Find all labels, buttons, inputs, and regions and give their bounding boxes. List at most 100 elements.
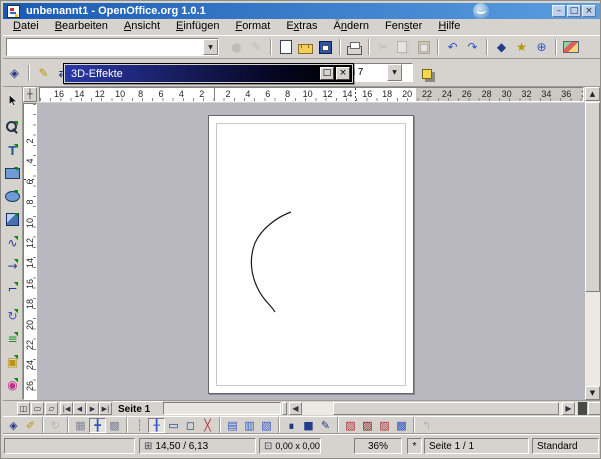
menu-ansicht[interactable]: Ansicht (116, 19, 168, 34)
text-tool[interactable]: T (3, 140, 22, 161)
snap-to-object-points-icon[interactable]: ╳ (199, 418, 216, 433)
horizontal-scrollbar-thumb[interactable] (333, 402, 559, 415)
separator (28, 65, 30, 81)
drawing-workspace[interactable] (37, 103, 585, 400)
title-bar[interactable]: unbenannt1 - OpenOffice.org 1.0.1 –□× (3, 3, 600, 19)
menu-extras[interactable]: Extras (278, 19, 325, 34)
new-document-icon[interactable] (276, 38, 295, 57)
show-grid-icon[interactable]: ▦ (72, 418, 89, 433)
show-snaplines-icon[interactable]: ┆ (131, 418, 148, 433)
hyperlink-icon[interactable]: ⊕ (532, 38, 551, 57)
3d-objects-tool[interactable] (3, 209, 22, 230)
pen-icon[interactable]: ✎ (34, 63, 53, 82)
float-rollup-button[interactable]: □ (320, 67, 334, 80)
save-icon (319, 41, 332, 54)
menu-format[interactable]: Format (227, 19, 278, 34)
scroll-down-button[interactable]: ▼ (585, 386, 600, 400)
scrollbar-splitter[interactable] (282, 402, 287, 415)
redo-icon[interactable]: ↷ (463, 38, 482, 57)
navigator-icon[interactable]: ◆ (492, 38, 511, 57)
modify-with-attributes-icon[interactable]: ✎ (317, 418, 334, 433)
copy-icon (397, 41, 410, 53)
menu-datei[interactable]: Datei (5, 19, 47, 34)
ellipse-tool[interactable] (3, 186, 22, 207)
glue-points-icon[interactable]: ✐ (22, 418, 39, 433)
print-icon[interactable] (345, 38, 364, 57)
3d-effects-title-bar[interactable]: 3D-Effekte □× (65, 65, 352, 82)
url-dropdown-button[interactable]: ▼ (203, 39, 218, 55)
open-icon[interactable] (296, 38, 315, 57)
connector-tool[interactable]: ⌐ (3, 278, 22, 299)
minimize-button[interactable]: – (552, 5, 566, 17)
close-button[interactable]: × (582, 5, 596, 17)
master-view-button[interactable]: ▭ (31, 402, 44, 415)
alignment-tool[interactable]: ≡ (3, 328, 22, 349)
float-close-button[interactable]: × (336, 67, 350, 80)
page-tab[interactable]: Seite 1 (113, 401, 163, 416)
url-input[interactable] (7, 39, 203, 55)
navigator-icon: ◆ (497, 41, 506, 53)
url-combo: ▼ (6, 38, 219, 56)
scroll-right-button[interactable]: ▶ (562, 402, 575, 415)
ruler-origin-button[interactable]: ┼ (23, 87, 37, 102)
ruler-number: 16 (25, 278, 35, 290)
curve-tool[interactable]: ∿ (3, 232, 22, 253)
text-placeholder-icon[interactable]: ▨ (376, 418, 393, 433)
snap-to-object-border-icon[interactable]: ◻ (182, 418, 199, 433)
menu-ndern[interactable]: Ändern (326, 19, 378, 34)
picture-placeholder-icon[interactable]: ▨ (342, 418, 359, 433)
scroll-left-button[interactable]: ◀ (289, 402, 302, 415)
snap-to-snaplines-icon[interactable]: ╂ (148, 418, 165, 433)
select-text-area-icon[interactable]: ▥ (241, 418, 258, 433)
maximize-button[interactable]: □ (567, 5, 581, 17)
quick-edit-icon[interactable]: ▤ (224, 418, 241, 433)
effects-tool[interactable]: ◉ (3, 374, 22, 395)
first-page-button[interactable]: |◀ (60, 402, 73, 415)
rotate-tool[interactable]: ↻ (3, 305, 22, 326)
zoom-tool[interactable] (3, 117, 22, 138)
undo-icon[interactable]: ↶ (443, 38, 462, 57)
edit-points-icon[interactable]: ◈ (5, 418, 22, 433)
snap-to-grid-icon[interactable]: ╋ (89, 418, 106, 433)
select-tool[interactable] (3, 90, 22, 111)
previous-page-button[interactable]: ◀ (73, 402, 86, 415)
menu-einfgen[interactable]: Einfügen (168, 19, 227, 34)
simple-handles-icon[interactable]: ∎ (283, 418, 300, 433)
ruler-number: 20 (402, 89, 412, 99)
menu-bearbeiten[interactable]: Bearbeiten (47, 19, 116, 34)
rectangle-tool[interactable] (3, 163, 22, 184)
app-icon[interactable] (7, 5, 20, 18)
save-icon[interactable] (316, 38, 335, 57)
status-zoom-field[interactable]: 36% (354, 438, 402, 454)
large-handles-icon[interactable]: ■ (300, 418, 317, 433)
separator (368, 39, 370, 55)
ruler-number: 16 (54, 89, 64, 99)
lines-arrows-tool[interactable]: → (3, 255, 22, 276)
drawing-view-button[interactable]: ◫ (17, 402, 30, 415)
layer-view-button[interactable]: ▱ (45, 402, 58, 415)
menu-hilfe[interactable]: Hilfe (430, 19, 468, 34)
page-tab-label: Seite 1 (118, 404, 150, 415)
grid-to-front-icon[interactable]: ▩ (106, 418, 123, 433)
ruler-number: 14 (74, 89, 84, 99)
function-toolbar: ▼ ●✎✂↶↷◆★⊕ (3, 35, 600, 59)
main-toolbar: T ∿→⌐ ↻≡▣◉ (3, 87, 23, 400)
last-page-button[interactable]: ▶| (99, 402, 112, 415)
scroll-up-button[interactable]: ▲ (585, 87, 600, 101)
shadow-button[interactable] (417, 64, 436, 83)
vertical-scrollbar[interactable]: ▲ ▼ (585, 87, 600, 400)
line-contour-icon[interactable]: ▩ (393, 418, 410, 433)
edit-points-icon[interactable]: ◈ (5, 63, 24, 82)
autopilot-icon[interactable]: ★ (512, 38, 531, 57)
arrange-tool[interactable]: ▣ (3, 351, 22, 372)
resize-corner[interactable] (588, 402, 601, 415)
gallery-icon[interactable] (561, 38, 580, 57)
vertical-scrollbar-thumb[interactable] (585, 102, 600, 292)
contour-placeholder-icon[interactable]: ▨ (359, 418, 376, 433)
next-page-button[interactable]: ▶ (86, 402, 99, 415)
drawing-page[interactable] (208, 115, 414, 394)
double-click-text-icon[interactable]: ▧ (258, 418, 275, 433)
snap-to-margins-icon[interactable]: ▭ (165, 418, 182, 433)
fill-color-dropdown[interactable]: ▼ (387, 64, 402, 81)
menu-fenster[interactable]: Fenster (377, 19, 430, 34)
